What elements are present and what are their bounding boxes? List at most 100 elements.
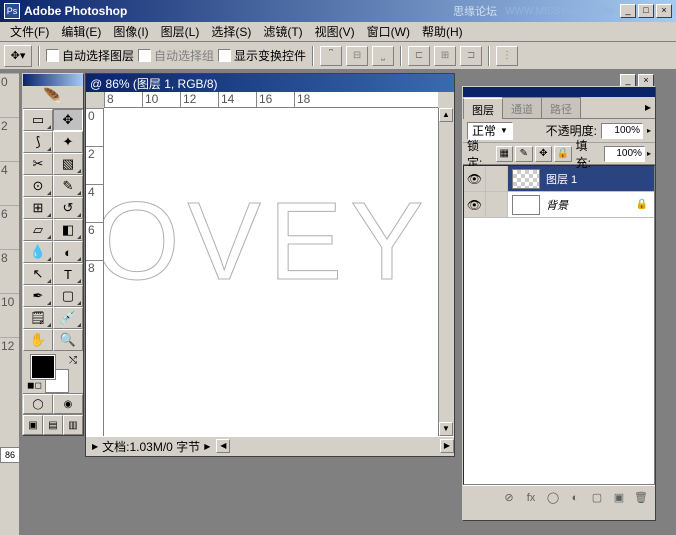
layer-item[interactable]: 👁 背景 🔒 bbox=[464, 192, 654, 218]
fill-slider-icon[interactable]: ▸ bbox=[647, 149, 651, 158]
path-select-tool[interactable]: ↖ bbox=[23, 263, 53, 285]
new-layer-button[interactable]: ▣ bbox=[609, 489, 629, 507]
align-right-button[interactable]: ⊐ bbox=[460, 46, 482, 66]
outer-zoom-field[interactable]: 86 bbox=[0, 447, 20, 463]
menu-filter[interactable]: 滤镜(T) bbox=[257, 21, 308, 42]
scroll-left-button[interactable]: ◀ bbox=[216, 439, 230, 453]
lock-fill-row: 锁定: ▦ ✎ ✥ 🔒 填充: 100% ▸ bbox=[463, 143, 655, 165]
scroll-right-button[interactable]: ▶ bbox=[440, 439, 454, 453]
menu-edit[interactable]: 编辑(E) bbox=[55, 21, 107, 42]
adjustment-layer-button[interactable]: ◐ bbox=[565, 489, 585, 507]
crop-tool[interactable]: ✂ bbox=[23, 153, 53, 175]
layer-thumbnail[interactable] bbox=[512, 195, 540, 215]
swap-colors-icon[interactable]: ⤭ bbox=[69, 355, 77, 366]
opacity-slider-icon[interactable]: ▸ bbox=[647, 126, 651, 135]
blur-tool[interactable]: 💧 bbox=[23, 241, 53, 263]
menu-image[interactable]: 图像(I) bbox=[107, 21, 154, 42]
stamp-tool[interactable]: ⊞ bbox=[23, 197, 53, 219]
auto-select-layer-checkbox[interactable]: 自动选择图层 bbox=[46, 47, 134, 64]
link-layers-button[interactable]: ⊘ bbox=[499, 489, 519, 507]
screen-standard-button[interactable]: ▣ bbox=[23, 415, 43, 435]
tab-channels[interactable]: 通道 bbox=[502, 97, 542, 118]
layer-style-button[interactable]: fx bbox=[521, 489, 541, 507]
screen-full-menubar-button[interactable]: ▤ bbox=[43, 415, 63, 435]
gradient-tool[interactable]: ◧ bbox=[53, 219, 83, 241]
menu-file[interactable]: 文件(F) bbox=[4, 21, 55, 42]
shape-tool[interactable]: ▢ bbox=[53, 285, 83, 307]
brush-tool[interactable]: ✎ bbox=[53, 175, 83, 197]
pen-tool[interactable]: ✒ bbox=[23, 285, 53, 307]
link-cell[interactable] bbox=[486, 192, 508, 217]
move-tool[interactable]: ✥ bbox=[53, 109, 83, 131]
eraser-tool[interactable]: ▱ bbox=[23, 219, 53, 241]
foreground-color-swatch[interactable] bbox=[31, 355, 55, 379]
visibility-toggle-icon[interactable]: 👁 bbox=[464, 166, 486, 191]
layer-thumbnail[interactable] bbox=[512, 169, 540, 189]
menu-layer[interactable]: 图层(L) bbox=[155, 21, 206, 42]
group-button[interactable]: ▢ bbox=[587, 489, 607, 507]
layer-mask-button[interactable]: ◯ bbox=[543, 489, 563, 507]
current-tool-icon[interactable]: ✥▾ bbox=[4, 45, 32, 67]
align-hcenter-button[interactable]: ⊞ bbox=[434, 46, 456, 66]
menu-help[interactable]: 帮助(H) bbox=[416, 21, 469, 42]
menu-select[interactable]: 选择(S) bbox=[205, 21, 257, 42]
quickmask-mode-button[interactable]: ◉ bbox=[53, 394, 83, 414]
default-colors-icon[interactable]: ◼◻ bbox=[27, 380, 42, 391]
align-left-button[interactable]: ⊏ bbox=[408, 46, 430, 66]
scroll-down-button[interactable]: ▼ bbox=[439, 422, 453, 436]
hand-tool[interactable]: ✋ bbox=[23, 329, 53, 351]
lasso-tool[interactable]: ⟆ bbox=[23, 131, 53, 153]
menu-view[interactable]: 视图(V) bbox=[309, 21, 361, 42]
align-bottom-button[interactable]: ⎵ bbox=[372, 46, 394, 66]
canvas[interactable]: OVEY bbox=[104, 108, 438, 436]
lock-pixels-button[interactable]: ✎ bbox=[515, 146, 533, 162]
auto-select-group-checkbox[interactable]: 自动选择组 bbox=[138, 47, 214, 64]
minimize-button[interactable]: _ bbox=[620, 4, 636, 18]
layer-item[interactable]: 👁 图层 1 bbox=[464, 166, 654, 192]
distribute-button[interactable]: ⋮ bbox=[496, 46, 518, 66]
delete-layer-button[interactable]: 🗑 bbox=[631, 489, 651, 507]
ruler-vertical[interactable]: 024 68 bbox=[86, 108, 104, 436]
scrollbar-horizontal[interactable]: ◀ ▶ bbox=[216, 439, 454, 455]
history-brush-tool[interactable]: ↺ bbox=[53, 197, 83, 219]
lock-all-button[interactable]: 🔒 bbox=[554, 146, 572, 162]
scroll-up-button[interactable]: ▲ bbox=[439, 108, 453, 122]
panel-titlebar[interactable] bbox=[463, 87, 655, 97]
standard-mode-button[interactable]: ◯ bbox=[23, 394, 53, 414]
lock-transparency-button[interactable]: ▦ bbox=[496, 146, 514, 162]
maximize-button[interactable]: □ bbox=[638, 4, 654, 18]
show-transform-checkbox[interactable]: 显示变换控件 bbox=[218, 47, 306, 64]
zoom-tool[interactable]: 🔍 bbox=[53, 329, 83, 351]
toolbox-header[interactable] bbox=[23, 74, 83, 86]
notes-tool[interactable]: 🗒 bbox=[23, 307, 53, 329]
visibility-toggle-icon[interactable]: 👁 bbox=[464, 192, 486, 217]
info-dropdown-icon[interactable]: ▶ bbox=[204, 442, 210, 451]
type-tool[interactable]: T bbox=[53, 263, 83, 285]
tab-paths[interactable]: 路径 bbox=[541, 97, 581, 118]
document-info: ▶ 文档:1.03M/0 字节 ▶ bbox=[86, 438, 216, 455]
healing-tool[interactable]: ⊙ bbox=[23, 175, 53, 197]
fill-input[interactable]: 100% bbox=[604, 146, 645, 162]
link-cell[interactable] bbox=[486, 166, 508, 191]
scrollbar-vertical[interactable]: ▲ ▼ bbox=[438, 108, 454, 436]
document-titlebar[interactable]: @ 86% (图层 1, RGB/8) bbox=[86, 74, 454, 92]
align-top-button[interactable]: ⎴ bbox=[320, 46, 342, 66]
layer-name[interactable]: 图层 1 bbox=[544, 171, 654, 187]
layer-name[interactable]: 背景 bbox=[544, 197, 636, 213]
wand-tool[interactable]: ✦ bbox=[53, 131, 83, 153]
slice-tool[interactable]: ▧ bbox=[53, 153, 83, 175]
marquee-tool[interactable]: ▭ bbox=[23, 109, 53, 131]
align-vcenter-button[interactable]: ⊟ bbox=[346, 46, 368, 66]
eyedropper-tool[interactable]: 💉 bbox=[53, 307, 83, 329]
close-button[interactable]: × bbox=[656, 4, 672, 18]
checkbox-icon bbox=[138, 49, 151, 62]
info-menu-icon[interactable]: ▶ bbox=[92, 442, 98, 451]
opacity-input[interactable]: 100% bbox=[601, 123, 643, 139]
menu-window[interactable]: 窗口(W) bbox=[361, 21, 416, 42]
lock-position-button[interactable]: ✥ bbox=[535, 146, 553, 162]
dodge-tool[interactable]: ◐ bbox=[53, 241, 83, 263]
screen-full-button[interactable]: ▥ bbox=[63, 415, 83, 435]
ruler-horizontal[interactable]: 81012 141618 bbox=[104, 92, 438, 108]
panel-menu-icon[interactable]: ▸ bbox=[641, 97, 655, 118]
tab-layers[interactable]: 图层 bbox=[463, 98, 503, 119]
